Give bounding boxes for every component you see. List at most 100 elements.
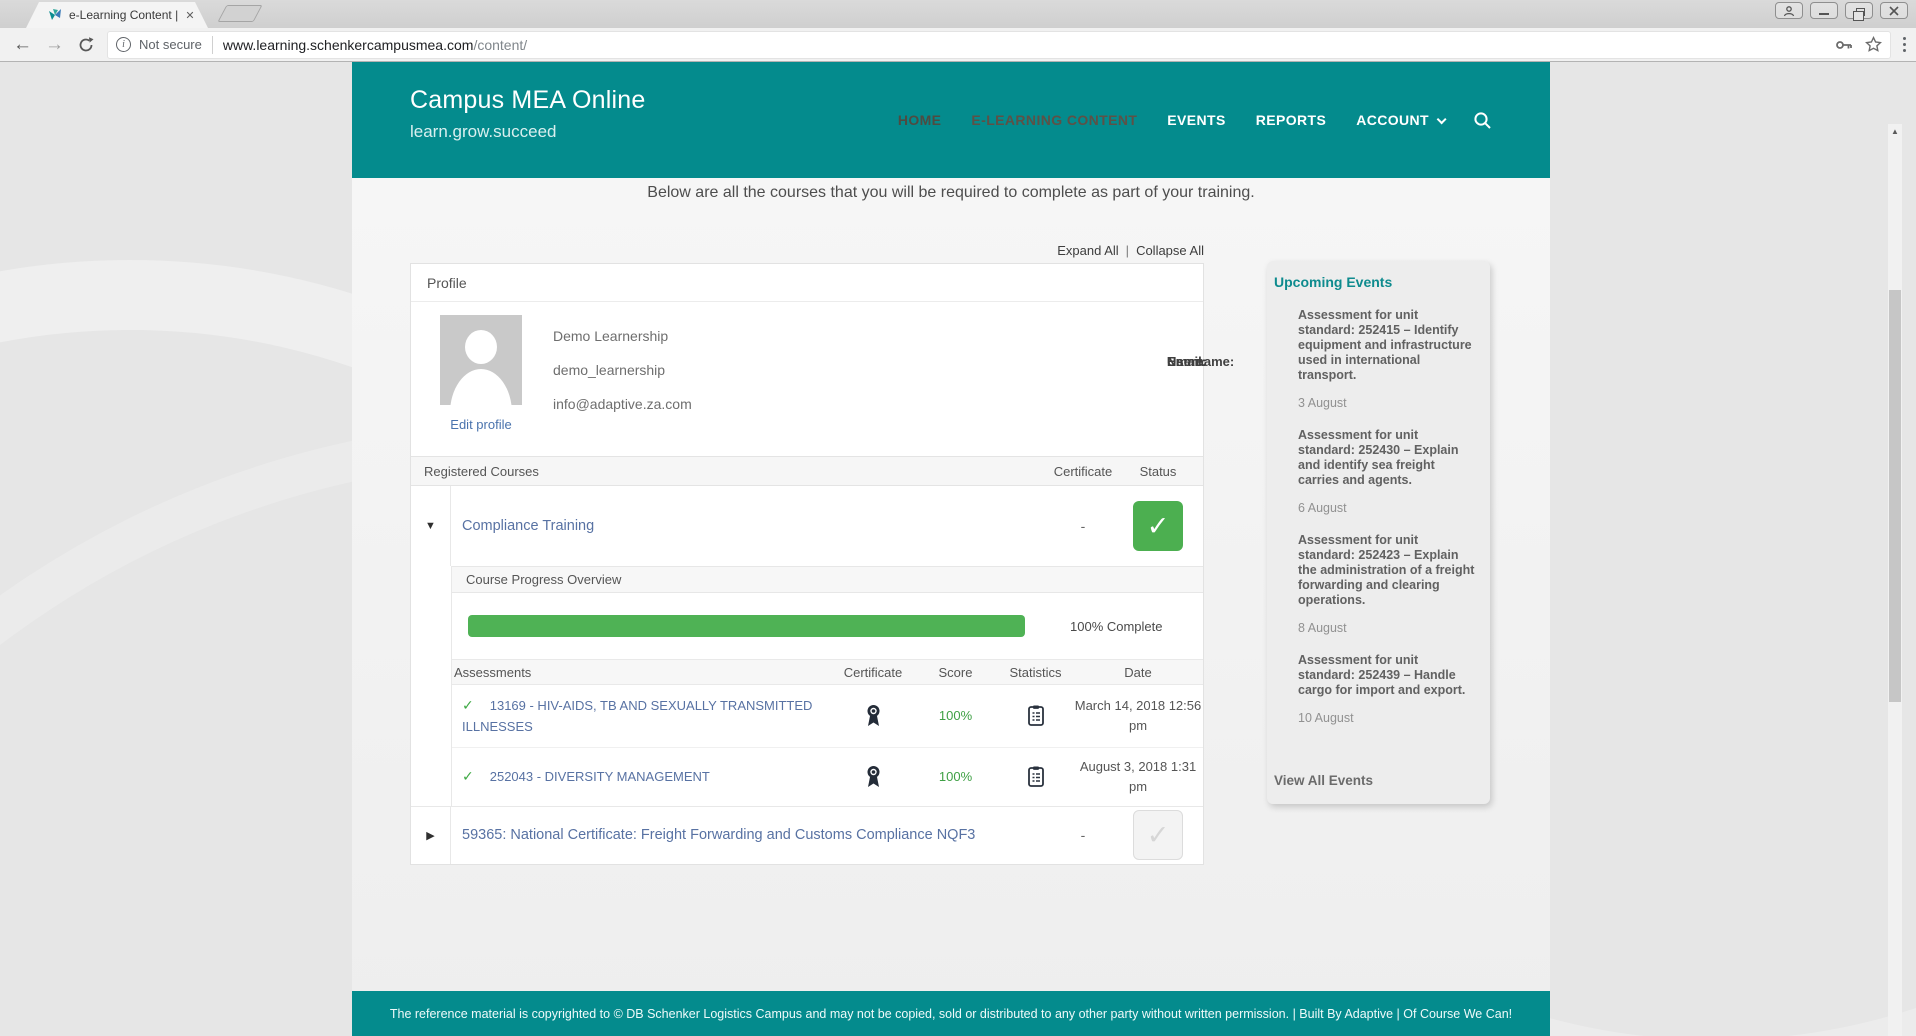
event-text: Assessment for unit standard: 252415 – I…: [1298, 308, 1476, 383]
nav-reports[interactable]: REPORTS: [1256, 112, 1326, 128]
address-bar[interactable]: i Not secure www.learning.schenkercampus…: [107, 31, 1891, 59]
profile-info: Name:Demo Learnership Username:demo_lear…: [549, 328, 692, 430]
new-tab-button[interactable]: [217, 5, 262, 22]
expand-all-link[interactable]: Expand All: [1057, 243, 1118, 258]
page-viewport: Campus MEA Online learn.grow.succeed HOM…: [0, 62, 1902, 1036]
collapse-course-icon[interactable]: ▼: [411, 486, 451, 566]
nav-elearning-content[interactable]: E-LEARNING CONTENT: [971, 112, 1137, 128]
registered-courses-title: Registered Courses: [411, 464, 1053, 479]
event-text: Assessment for unit standard: 252430 – E…: [1298, 428, 1476, 488]
progress-label: 100% Complete: [1070, 619, 1163, 634]
event-item[interactable]: Assessment for unit standard: 252439 – H…: [1298, 653, 1476, 725]
window-controls: [1775, 2, 1908, 19]
course-certificate-value: -: [1053, 827, 1113, 843]
status-column-header: Status: [1113, 464, 1203, 479]
browser-tab[interactable]: e-Learning Content | Cam ✕: [26, 2, 208, 28]
assessments-title: Assessments: [452, 665, 833, 680]
check-icon: ✓: [462, 697, 474, 713]
event-item[interactable]: Assessment for unit standard: 252430 – E…: [1298, 428, 1476, 515]
site-header: Campus MEA Online learn.grow.succeed HOM…: [352, 62, 1550, 178]
favicon-icon: [48, 8, 62, 22]
status-complete-badge: ✓: [1133, 501, 1183, 551]
bookmark-star-icon[interactable]: [1865, 36, 1882, 53]
tab-strip: e-Learning Content | Cam ✕: [0, 0, 1916, 28]
assessment-row: ✓ 252043 - DIVERSITY MANAGEMENT 100% Augu…: [452, 748, 1203, 806]
content-row: Profile Edit profile Name:Demo Learnersh…: [352, 263, 1550, 865]
refresh-icon[interactable]: [77, 36, 95, 54]
search-icon[interactable]: [1473, 111, 1492, 130]
collapse-all-link[interactable]: Collapse All: [1136, 243, 1204, 258]
upcoming-events-card: Upcoming Events Assessment for unit stan…: [1267, 261, 1490, 804]
nav-account-label: ACCOUNT: [1356, 112, 1429, 128]
page-scrollbar[interactable]: ▲ ▼: [1888, 124, 1902, 1036]
view-all-events-link[interactable]: View All Events: [1274, 773, 1373, 788]
assessments-statistics-header: Statistics: [998, 665, 1073, 680]
assessments-score-header: Score: [913, 665, 998, 680]
expand-collapse-controls: Expand All|Collapse All: [410, 243, 1204, 258]
url-text[interactable]: www.learning.schenkercampusmea.com/conte…: [223, 37, 1828, 53]
event-date: 8 August: [1298, 621, 1476, 635]
assessment-score: 100%: [913, 769, 998, 784]
assessment-row: ✓13169 - HIV-AIDS, TB AND SEXUALLY TRANS…: [452, 685, 1203, 748]
course-progress-title: Course Progress Overview: [452, 566, 1203, 593]
close-button[interactable]: [1880, 2, 1908, 19]
statistics-clipboard-icon[interactable]: [998, 705, 1073, 726]
certificate-column-header: Certificate: [1053, 464, 1113, 479]
security-label[interactable]: Not secure: [139, 37, 202, 52]
assessment-score: 100%: [913, 708, 998, 723]
expand-course-icon[interactable]: ▶: [411, 807, 451, 864]
certificate-ribbon-icon[interactable]: [833, 704, 913, 727]
avatar: [440, 315, 522, 405]
info-icon[interactable]: i: [116, 37, 131, 52]
site-column: Campus MEA Online learn.grow.succeed HOM…: [352, 62, 1550, 1036]
username-value: demo_learnership: [553, 362, 665, 378]
key-icon[interactable]: [1836, 39, 1853, 51]
assessment-link[interactable]: 13169 - HIV-AIDS, TB AND SEXUALLY TRANSM…: [462, 698, 812, 734]
assessment-date: August 3, 2018 1:31 pm: [1073, 757, 1203, 797]
upcoming-events-title: Upcoming Events: [1274, 274, 1482, 290]
course-row-compliance-training: ▼ Compliance Training - ✓: [411, 486, 1203, 566]
registered-courses-header: Registered Courses Certificate Status: [411, 456, 1203, 486]
assessments-date-header: Date: [1073, 665, 1203, 680]
edit-profile-link[interactable]: Edit profile: [440, 417, 522, 432]
email-label: Email:: [1167, 354, 1206, 369]
event-item[interactable]: Assessment for unit standard: 252415 – I…: [1298, 308, 1476, 410]
nav-home[interactable]: HOME: [898, 112, 942, 128]
nav-events[interactable]: EVENTS: [1167, 112, 1225, 128]
progress-bar: [468, 615, 1025, 637]
minimize-button[interactable]: [1810, 2, 1838, 19]
back-icon[interactable]: ←: [13, 35, 32, 54]
assessments-certificate-header: Certificate: [833, 665, 913, 680]
tab-title: e-Learning Content | Cam: [69, 8, 182, 22]
event-text: Assessment for unit standard: 252423 – E…: [1298, 533, 1476, 608]
site-title: Campus MEA Online: [410, 86, 645, 115]
course-link-national-certificate[interactable]: 59365: National Certificate: Freight For…: [451, 827, 1053, 843]
course-progress-panel: Course Progress Overview 100% Complete A…: [451, 566, 1203, 806]
scrollbar-thumb[interactable]: [1889, 290, 1901, 702]
statistics-clipboard-icon[interactable]: [998, 766, 1073, 787]
screen: e-Learning Content | Cam ✕ ← →: [0, 0, 1916, 1036]
nav-account[interactable]: ACCOUNT: [1356, 112, 1443, 128]
close-tab-icon[interactable]: ✕: [182, 7, 198, 23]
scroll-up-icon[interactable]: ▲: [1888, 127, 1902, 136]
intro-text: Below are all the courses that you will …: [352, 184, 1550, 202]
check-icon: ✓: [462, 768, 474, 784]
event-date: 10 August: [1298, 711, 1476, 725]
event-date: 6 August: [1298, 501, 1476, 515]
forward-icon[interactable]: →: [45, 35, 64, 54]
browser-profile-icon[interactable]: [1775, 2, 1803, 19]
main-nav: HOME E-LEARNING CONTENT EVENTS REPORTS A…: [898, 62, 1492, 178]
course-link-compliance-training[interactable]: Compliance Training: [451, 518, 1053, 534]
status-incomplete-badge: ✓: [1133, 810, 1183, 860]
profile-body: Edit profile Name:Demo Learnership Usern…: [411, 302, 1203, 456]
certificate-ribbon-icon[interactable]: [833, 765, 913, 788]
assessment-link[interactable]: 252043 - DIVERSITY MANAGEMENT: [490, 769, 710, 784]
profile-courses-card: Profile Edit profile Name:Demo Learnersh…: [410, 263, 1204, 865]
assessment-date: March 14, 2018 12:56 pm: [1073, 696, 1203, 736]
url-path: /content/: [473, 37, 527, 53]
event-item[interactable]: Assessment for unit standard: 252423 – E…: [1298, 533, 1476, 635]
restore-button[interactable]: [1845, 2, 1873, 19]
course-row-national-certificate: ▶ 59365: National Certificate: Freight F…: [411, 806, 1203, 864]
site-logo[interactable]: Campus MEA Online learn.grow.succeed: [410, 86, 645, 142]
browser-menu-icon[interactable]: [1903, 37, 1906, 52]
